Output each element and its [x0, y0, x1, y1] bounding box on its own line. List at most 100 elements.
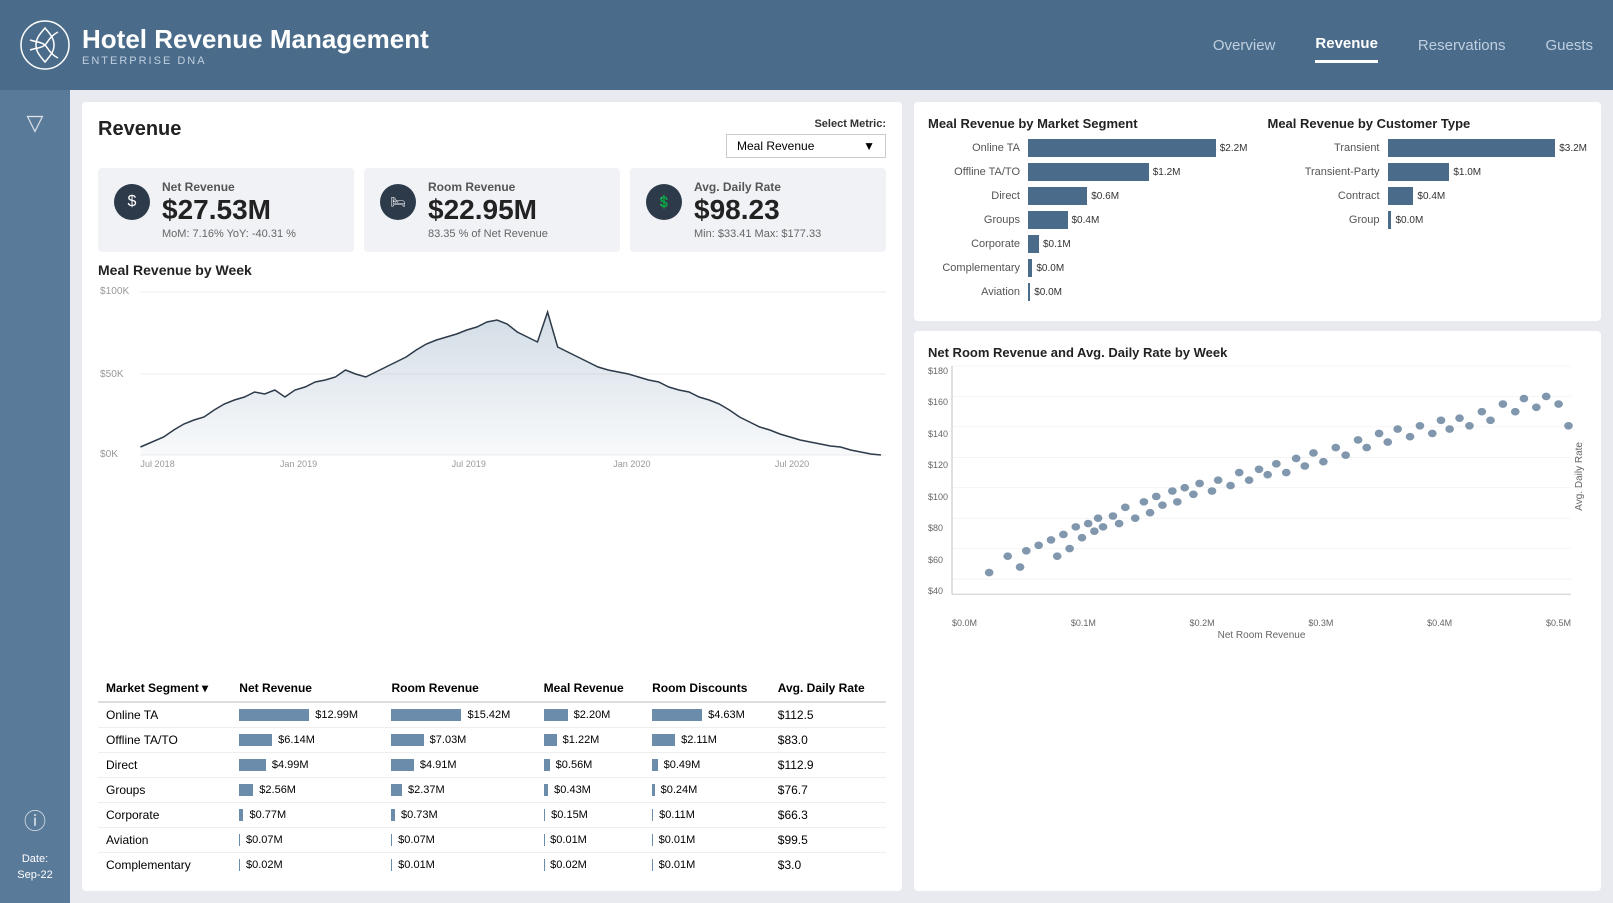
- table-row: Groups $2.56M $2.37M $0.43M $0.24M: [98, 778, 886, 803]
- svg-text:Jan 2019: Jan 2019: [280, 459, 317, 469]
- nav-overview[interactable]: Overview: [1213, 29, 1276, 62]
- x-label-01: $0.1M: [1071, 618, 1096, 628]
- net-revenue-value: $27.53M: [162, 194, 296, 226]
- cell-meal: $1.22M: [536, 728, 644, 753]
- scatter-x-axis: $0.0M $0.1M $0.2M $0.3M $0.4M $0.5M: [952, 616, 1571, 628]
- table-row: Online TA $12.99M $15.42M $2.20M $4.63M: [98, 702, 886, 728]
- segment-bar-label: Online TA: [928, 142, 1028, 154]
- scatter-title: Net Room Revenue and Avg. Daily Rate by …: [928, 345, 1587, 360]
- revenue-title: Revenue: [98, 118, 181, 141]
- col-discounts[interactable]: Room Discounts: [644, 675, 770, 702]
- metric-dropdown[interactable]: Meal Revenue ▼: [726, 134, 886, 158]
- svg-text:Jul 2019: Jul 2019: [452, 459, 486, 469]
- customer-bar-value: $3.2M: [1559, 143, 1587, 154]
- segment-bar-track: $1.2M: [1028, 163, 1248, 181]
- col-segment[interactable]: Market Segment ▾: [98, 675, 231, 702]
- y-label-80: $80: [928, 523, 948, 533]
- daily-rate-sub: Min: $33.41 Max: $177.33: [694, 228, 821, 240]
- revenue-header: Revenue Select Metric: Meal Revenue ▼: [98, 118, 886, 158]
- x-label-02: $0.2M: [1190, 618, 1215, 628]
- right-charts-row: Meal Revenue by Market Segment Online TA…: [928, 116, 1587, 307]
- col-room[interactable]: Room Revenue: [383, 675, 535, 702]
- filter-icon[interactable]: ▽: [27, 110, 44, 136]
- cell-discounts: $0.01M: [644, 853, 770, 876]
- main-nav: Overview Revenue Reservations Guests: [1213, 27, 1593, 63]
- nav-reservations[interactable]: Reservations: [1418, 29, 1506, 62]
- room-revenue-sub: 83.35 % of Net Revenue: [428, 228, 548, 240]
- sidebar: ▽ ⓘ Date: Sep-22: [0, 90, 70, 903]
- cell-discounts: $0.49M: [644, 753, 770, 778]
- net-revenue-sub: MoM: 7.16% YoY: -40.31 %: [162, 228, 296, 240]
- date-display: Date: Sep-22: [17, 852, 52, 883]
- cell-net: $4.99M: [231, 753, 383, 778]
- data-table-section: Market Segment ▾ Net Revenue Room Revenu…: [98, 675, 886, 875]
- kpi-daily-rate: 💲 Avg. Daily Rate $98.23 Min: $33.41 Max…: [630, 168, 886, 252]
- segment-bar-value: $2.2M: [1220, 143, 1248, 154]
- scatter-plot-panel: Net Room Revenue and Avg. Daily Rate by …: [914, 331, 1601, 891]
- customer-bar-label: Group: [1268, 214, 1388, 226]
- segment-bar-value: $0.0M: [1034, 287, 1062, 298]
- customer-bar-label: Transient: [1268, 142, 1388, 154]
- cell-net: $0.02M: [231, 853, 383, 876]
- y-label-140: $140: [928, 429, 948, 439]
- cell-meal: $0.02M: [536, 853, 644, 876]
- meal-by-customer-title: Meal Revenue by Customer Type: [1268, 116, 1588, 131]
- kpi-row: $ Net Revenue $27.53M MoM: 7.16% YoY: -4…: [98, 168, 886, 252]
- segment-bar-label: Offline TA/TO: [928, 166, 1028, 178]
- customer-bar-value: $1.0M: [1453, 167, 1481, 178]
- scatter-y-axis: $180 $160 $140 $120 $100 $80 $60 $40: [928, 366, 952, 616]
- metric-selector: Select Metric: Meal Revenue ▼: [726, 118, 886, 158]
- col-net[interactable]: Net Revenue: [231, 675, 383, 702]
- main-layout: ▽ ⓘ Date: Sep-22 Revenue Select Metric: …: [0, 90, 1613, 903]
- cell-net: $12.99M: [231, 702, 383, 728]
- header: Hotel Revenue Management ENTERPRISE DNA …: [0, 0, 1613, 90]
- segment-bar-fill: [1028, 163, 1149, 181]
- segment-bar-label: Corporate: [928, 238, 1028, 250]
- sidebar-bottom: ⓘ Date: Sep-22: [17, 804, 52, 883]
- cell-room: $2.37M: [383, 778, 535, 803]
- room-revenue-label: Room Revenue: [428, 180, 548, 194]
- table-row: Offline TA/TO $6.14M $7.03M $1.22M $2.11…: [98, 728, 886, 753]
- date-value: Sep-22: [17, 869, 52, 881]
- daily-rate-info: Avg. Daily Rate $98.23 Min: $33.41 Max: …: [694, 180, 821, 240]
- cell-segment: Direct: [98, 753, 231, 778]
- net-revenue-label: Net Revenue: [162, 180, 296, 194]
- y-label-180: $180: [928, 366, 948, 376]
- customer-bar-track: $0.4M: [1388, 187, 1588, 205]
- week-chart-svg: $100K $50K $0K: [98, 282, 886, 462]
- segment-bar-value: $1.2M: [1153, 167, 1181, 178]
- room-revenue-icon: 🛏: [380, 184, 416, 220]
- col-adr[interactable]: Avg. Daily Rate: [770, 675, 886, 702]
- cell-meal: $0.56M: [536, 753, 644, 778]
- customer-bar-label: Transient-Party: [1268, 166, 1388, 178]
- segment-bar-track: $2.2M: [1028, 139, 1248, 157]
- net-revenue-icon: $: [114, 184, 150, 220]
- customer-bar-value: $0.0M: [1395, 215, 1423, 226]
- info-icon[interactable]: ⓘ: [24, 804, 46, 836]
- x-label-03: $0.3M: [1308, 618, 1333, 628]
- kpi-room-revenue: 🛏 Room Revenue $22.95M 83.35 % of Net Re…: [364, 168, 620, 252]
- segment-bar-value: $0.0M: [1036, 263, 1064, 274]
- segment-bar-label: Direct: [928, 190, 1028, 202]
- app-subtitle: ENTERPRISE DNA: [82, 55, 429, 67]
- dropdown-arrow-icon: ▼: [863, 139, 875, 153]
- cell-net: $6.14M: [231, 728, 383, 753]
- nav-guests[interactable]: Guests: [1545, 29, 1593, 62]
- main-content: Revenue Select Metric: Meal Revenue ▼ $ …: [70, 90, 1613, 903]
- segment-bar-row: Complementary $0.0M: [928, 259, 1248, 277]
- col-meal[interactable]: Meal Revenue: [536, 675, 644, 702]
- cell-room: $15.42M: [383, 702, 535, 728]
- cell-room: $7.03M: [383, 728, 535, 753]
- segment-bar-value: $0.1M: [1043, 239, 1071, 250]
- net-revenue-info: Net Revenue $27.53M MoM: 7.16% YoY: -40.…: [162, 180, 296, 240]
- cell-net: $0.77M: [231, 803, 383, 828]
- cell-segment: Online TA: [98, 702, 231, 728]
- cell-net: $0.07M: [231, 828, 383, 853]
- meal-by-segment-panel: Meal Revenue by Market Segment Online TA…: [928, 116, 1268, 307]
- svg-text:$0K: $0K: [100, 449, 118, 460]
- cell-segment: Offline TA/TO: [98, 728, 231, 753]
- segment-bar-track: $0.6M: [1028, 187, 1248, 205]
- nav-revenue[interactable]: Revenue: [1315, 27, 1378, 63]
- x-label-05: $0.5M: [1546, 618, 1571, 628]
- customer-bar-track: $1.0M: [1388, 163, 1588, 181]
